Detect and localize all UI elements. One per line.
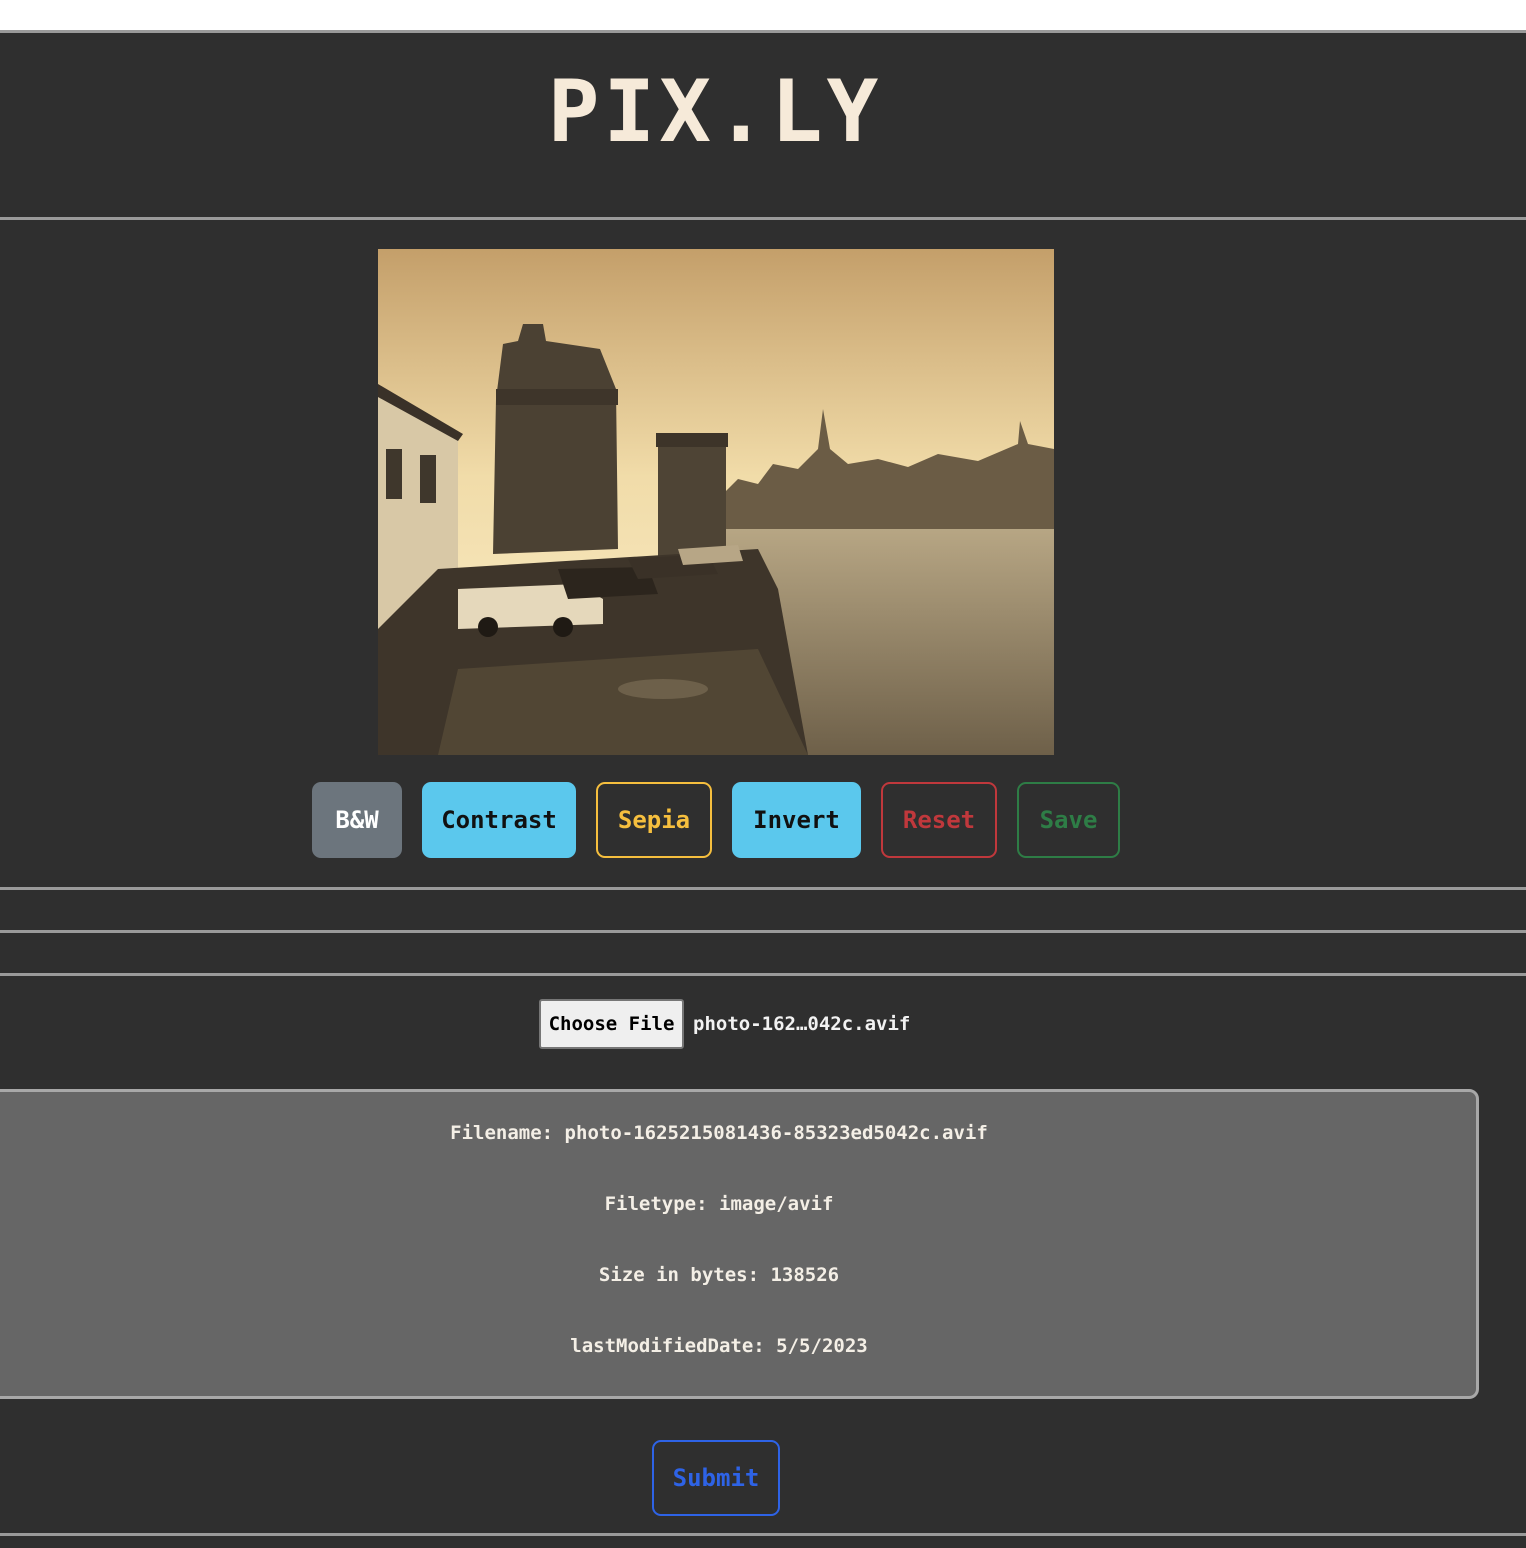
divider — [0, 1533, 1526, 1536]
file-info-last-modified: lastModifiedDate: 5/5/2023 — [570, 1335, 868, 1357]
sepia-filter-button[interactable]: Sepia — [596, 782, 712, 858]
divider — [0, 217, 1526, 220]
edited-photo — [378, 249, 1054, 755]
file-info-panel: Filename: photo-1625215081436-85323ed504… — [0, 1089, 1479, 1399]
divider — [0, 973, 1526, 976]
submit-button[interactable]: Submit — [652, 1440, 780, 1516]
divider — [0, 887, 1526, 890]
file-info-filetype: Filetype: image/avif — [604, 1193, 834, 1215]
app-logo: PIX.LY — [547, 62, 883, 162]
reset-button[interactable]: Reset — [881, 782, 997, 858]
bw-filter-button[interactable]: B&W — [312, 782, 402, 858]
contrast-filter-button[interactable]: Contrast — [422, 782, 576, 858]
invert-filter-button[interactable]: Invert — [732, 782, 861, 858]
selected-file-name: photo-162…042c.avif — [693, 1013, 911, 1035]
app-page: PIX.LY B&W Contrast Sepia Invert Reset S… — [0, 30, 1526, 1548]
file-info-filename: Filename: photo-1625215081436-85323ed504… — [450, 1122, 988, 1144]
file-info-size: Size in bytes: 138526 — [598, 1264, 840, 1286]
divider — [0, 930, 1526, 933]
filter-toolbar: B&W Contrast Sepia Invert Reset Save — [0, 782, 1430, 858]
save-button[interactable]: Save — [1017, 782, 1120, 858]
file-input[interactable]: Choose File photo-162…042c.avif — [539, 999, 910, 1049]
choose-file-button[interactable]: Choose File — [539, 999, 684, 1049]
